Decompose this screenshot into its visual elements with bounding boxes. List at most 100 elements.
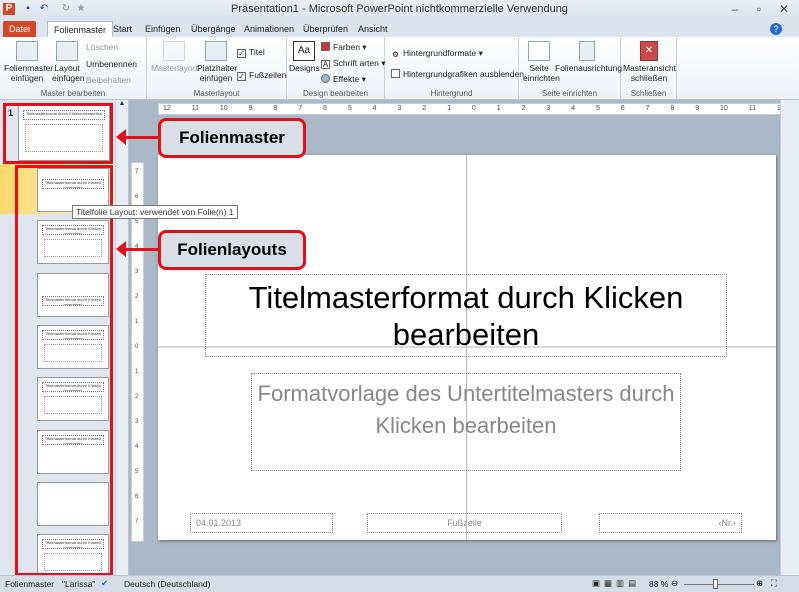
ruler-tick-label: 2 <box>521 105 526 112</box>
ruler-tick-label: 8 <box>273 105 278 112</box>
schriftarten-button[interactable]: A Schrift arten ▾ <box>321 58 385 69</box>
fusszeilen-checkbox[interactable]: ✓ Fußzeilen <box>237 70 286 81</box>
layout-einfuegen-button[interactable]: Layout einfügen <box>52 41 85 83</box>
ruler-tick-label: 2 <box>135 394 139 400</box>
group-label: Hintergrund <box>430 89 473 98</box>
hintergrundgrafiken-ausblenden-checkbox[interactable]: Hintergrundgrafiken ausblenden <box>391 69 524 79</box>
ruler-tick-label: 9 <box>248 105 253 112</box>
folienausrichtung-button[interactable]: Folienausrichtung <box>555 41 622 73</box>
ruler-tick-label: 12 <box>163 105 171 112</box>
ruler-tick-label: 8 <box>670 105 675 112</box>
title-bar: P ▪ ↶ ↻ ★ Präsentation1 - Microsoft Powe… <box>0 0 799 19</box>
maximize-button[interactable]: ▫ <box>750 2 768 16</box>
zoom-level[interactable]: 88 % <box>649 579 668 589</box>
layout-tooltip: Titelfolie Layout: verwendet von Folie(n… <box>72 205 238 219</box>
ruler-tick-label: 0 <box>135 344 139 350</box>
group-label: Masterlayout <box>193 89 240 98</box>
umbenennen-button[interactable]: Umbenennen <box>86 59 137 69</box>
ruler-tick-label: 7 <box>298 105 303 112</box>
group-schliessen: ✕ Masteransicht schließen Schließen <box>621 37 677 100</box>
window-title: Präsentation1 - Microsoft PowerPoint nic… <box>231 3 568 15</box>
ruler-tick-label: 11 <box>748 105 757 112</box>
subtitle-placeholder[interactable]: Formatvorlage des Untertitelmasters durc… <box>251 373 681 471</box>
ruler-tick-label: 5 <box>135 219 139 225</box>
help-icon[interactable]: ? <box>770 23 782 35</box>
ruler-tick-label: 3 <box>135 269 139 275</box>
arrow-icon <box>116 129 160 145</box>
layouts-highlight-box <box>15 165 113 576</box>
status-view: Folienmaster <box>5 579 55 589</box>
ruler-tick-label: 3 <box>397 105 402 112</box>
titel-checkbox[interactable]: ✓ Titel <box>237 47 265 58</box>
ruler-tick-label: 7 <box>135 519 139 525</box>
ruler-tick-label: 1 <box>135 369 139 375</box>
ruler-tick-label: 6 <box>620 105 625 112</box>
ruler-tick-label: 10 <box>219 105 228 112</box>
status-bar: Folienmaster "Larissa" ✔ Deutsch (Deutsc… <box>0 575 799 592</box>
horizontal-ruler: 1211109876543210123456789101112 <box>158 103 790 115</box>
ruler-tick-label: 6 <box>323 105 327 112</box>
ruler-tick-label: 1 <box>447 105 451 112</box>
ruler-tick-label: 6 <box>135 494 139 500</box>
farben-button[interactable]: Farben ▾ <box>321 42 367 53</box>
tab-animationen[interactable]: Animationen <box>238 21 300 37</box>
ruler-tick-label: 9 <box>695 105 700 112</box>
arrow-icon <box>116 241 160 257</box>
status-language[interactable]: Deutsch (Deutschland) <box>124 579 210 589</box>
group-master-bearbeiten: Folienmaster einfügen Layout einfügen Lö… <box>0 37 147 100</box>
beibehalten-button[interactable]: Beibehalten <box>86 75 131 85</box>
status-theme: "Larissa" <box>62 579 96 589</box>
ruler-tick-label: 3 <box>546 105 551 112</box>
ruler-tick-label: 2 <box>135 294 139 300</box>
callout-folienmaster: Folienmaster <box>158 118 306 158</box>
seite-einrichten-button[interactable]: Seite einrichten <box>523 41 560 83</box>
hintergrundformate-button[interactable]: ⚙ Hintergrundformate ▾ <box>391 48 483 60</box>
folienmaster-einfuegen-button[interactable]: Folienmaster einfügen <box>4 41 53 83</box>
masterlayout-button[interactable]: Masterlayout <box>151 41 200 73</box>
masteransicht-schliessen-button[interactable]: ✕ Masteransicht schließen <box>623 41 676 83</box>
slide-number-placeholder[interactable]: ‹Nr.› <box>599 513 742 533</box>
ruler-tick-label: 4 <box>571 105 576 112</box>
tab-uebergaenge[interactable]: Übergänge <box>185 21 242 37</box>
ruler-tick-label: 5 <box>595 105 600 112</box>
minimize-button[interactable]: – <box>726 2 744 16</box>
ribbon: Folienmaster einfügen Layout einfügen Lö… <box>0 37 799 100</box>
zoom-slider[interactable] <box>684 584 754 585</box>
group-label: Master bearbeiten <box>40 89 106 98</box>
designs-button[interactable]: Aa Designs <box>289 41 320 73</box>
vertical-scrollbar[interactable] <box>780 100 799 575</box>
ruler-tick-label: 5 <box>347 105 352 112</box>
tab-start[interactable]: Start <box>107 21 138 37</box>
close-button[interactable]: ✕ <box>775 2 793 16</box>
ribbon-tabs: Datei Folienmaster Start Einfügen Übergä… <box>0 19 799 37</box>
tab-ansicht[interactable]: Ansicht <box>352 21 394 37</box>
group-design-bearbeiten: Aa Designs Farben ▾ A Schrift arten ▾ Effe… <box>287 37 385 100</box>
date-placeholder[interactable]: 04.01.2013 <box>190 513 333 533</box>
view-buttons-icon[interactable]: ▣▦▥▤ <box>592 578 640 589</box>
ruler-tick-label: 7 <box>645 105 650 112</box>
zoom-out-icon[interactable]: ⊖ <box>671 578 678 589</box>
footer-placeholder[interactable]: Fußzeile <box>367 513 562 533</box>
ruler-tick-label: 0 <box>471 105 476 112</box>
tab-folienmaster[interactable]: Folienmaster <box>47 21 114 37</box>
fit-to-window-icon[interactable]: ⛶ <box>771 578 777 589</box>
pane-scrollbar[interactable]: ▲ <box>115 100 128 575</box>
title-placeholder[interactable]: Titelmasterformat durch Klicken bearbeit… <box>205 274 727 357</box>
loeschen-button[interactable]: Löschen <box>86 42 118 52</box>
slide-master-canvas: Titelmasterformat durch Klicken bearbeit… <box>158 155 776 540</box>
tab-einfuegen[interactable]: Einfügen <box>139 21 187 37</box>
ruler-tick-label: 6 <box>135 194 139 200</box>
effekte-button[interactable]: Effekte ▾ <box>321 74 366 85</box>
ruler-tick-label: 4 <box>135 444 139 450</box>
ruler-tick-label: 4 <box>372 105 377 112</box>
platzhalter-einfuegen-button[interactable]: Platzhalter einfügen <box>197 41 237 83</box>
spellcheck-icon[interactable]: ✔ <box>101 578 108 589</box>
ruler-tick-label: 3 <box>135 419 139 425</box>
zoom-slider-thumb[interactable] <box>712 579 718 589</box>
callout-folienlayouts: Folienlayouts <box>158 230 306 270</box>
zoom-in-icon[interactable]: ⊕ <box>756 578 763 589</box>
tab-ueberpruefen[interactable]: Überprüfen <box>297 21 354 37</box>
tab-datei[interactable]: Datei <box>3 21 37 37</box>
group-label: Design bearbeiten <box>303 89 368 98</box>
vertical-ruler: 765432101234567 <box>131 162 144 542</box>
